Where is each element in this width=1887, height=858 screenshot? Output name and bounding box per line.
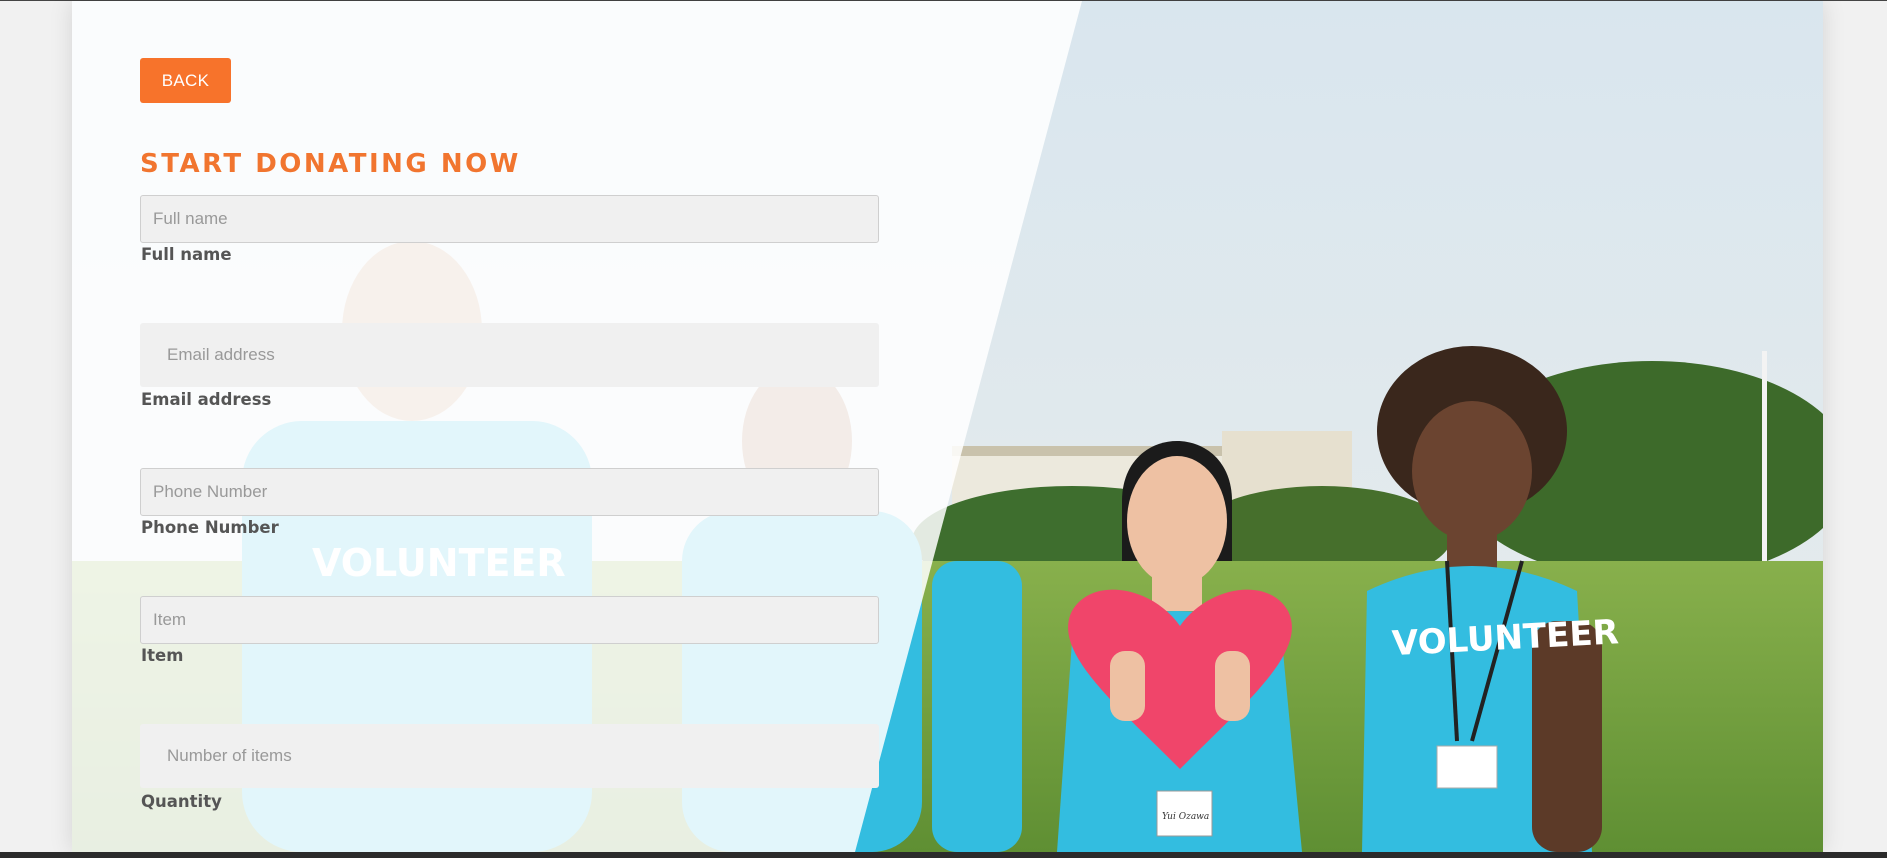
quantity-field[interactable]: Number of items xyxy=(140,724,879,788)
item-field[interactable]: Item xyxy=(140,596,879,644)
donation-card: VOLUNTEER Yui Ozawa VOLUNTEER BACK START… xyxy=(72,1,1823,852)
email-field[interactable]: Email address xyxy=(140,323,879,387)
item-label: Item xyxy=(141,646,184,665)
full-name-field[interactable]: Full name xyxy=(140,195,879,243)
email-label: Email address xyxy=(141,390,272,409)
quantity-label: Quantity xyxy=(141,792,222,811)
full-name-label: Full name xyxy=(141,245,232,264)
back-button[interactable]: BACK xyxy=(140,58,231,103)
phone-label: Phone Number xyxy=(141,518,279,537)
phone-field[interactable]: Phone Number xyxy=(140,468,879,516)
name-badge-text: Yui Ozawa xyxy=(1162,812,1209,822)
form-title: START DONATING NOW xyxy=(140,149,521,179)
window-bottom-bar xyxy=(0,852,1887,858)
